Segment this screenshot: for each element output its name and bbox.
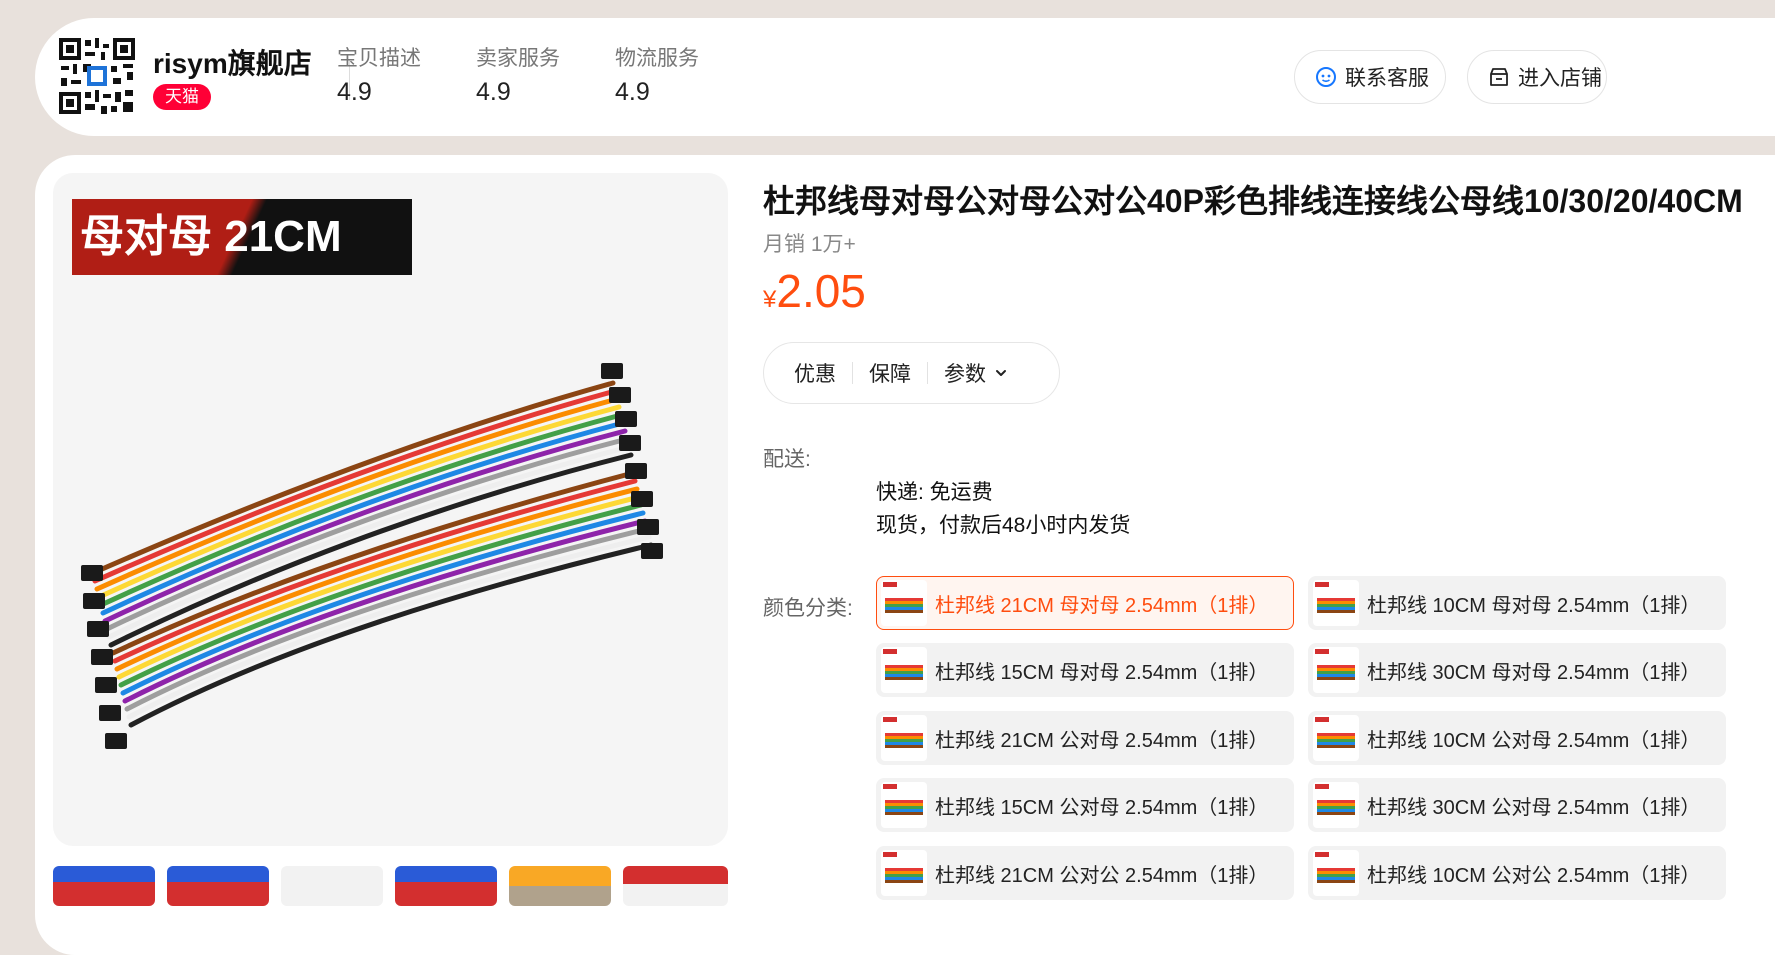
score-label: 物流服务 (615, 47, 699, 70)
sku-thumbnail (881, 850, 927, 896)
score-value: 4.9 (476, 78, 511, 106)
sku-thumbnail (881, 647, 927, 693)
contact-service-label: 联系客服 (1345, 67, 1429, 90)
sku-thumbnail (1313, 580, 1359, 626)
sku-thumbnail (1313, 647, 1359, 693)
info-tabs: 优惠 保障 参数 (763, 342, 1060, 404)
shipping-express: 快递: 免运费 (876, 481, 993, 504)
tab-label: 优惠 (794, 363, 836, 386)
sku-option-label: 杜邦线 21CM 公对母 2.54mm（1排） (935, 729, 1269, 752)
score-logistics: 物流服务 4.9 (615, 42, 699, 107)
sku-option-label: 杜邦线 15CM 公对母 2.54mm（1排） (935, 796, 1269, 819)
score-service: 卖家服务 4.9 (476, 42, 560, 107)
sku-option-label: 杜邦线 10CM 公对公 2.54mm（1排） (1367, 864, 1701, 887)
sku-option[interactable]: 杜邦线 30CM 母对母 2.54mm（1排） (1308, 643, 1726, 697)
price: ¥2.05 (763, 264, 866, 318)
currency-symbol: ¥ (763, 286, 777, 313)
sku-option-label: 杜邦线 10CM 母对母 2.54mm（1排） (1367, 594, 1701, 617)
enter-shop-label: 进入店铺 (1518, 67, 1602, 90)
shipping-stock: 现货，付款后48小时内发货 (876, 514, 1131, 537)
sku-thumbnail (1313, 782, 1359, 828)
shop-qr-avatar[interactable] (57, 36, 137, 116)
shop-name[interactable]: risym旗舰店 (153, 42, 312, 82)
tab-label: 参数 (944, 363, 986, 386)
chat-bot-icon (1315, 66, 1337, 88)
main-product-image[interactable]: 母对母 21CM (53, 173, 728, 846)
thumbnail[interactable] (167, 866, 269, 906)
sku-option[interactable]: 杜邦线 15CM 母对母 2.54mm（1排） (876, 643, 1294, 697)
sku-thumbnail (881, 782, 927, 828)
sku-option[interactable]: 杜邦线 21CM 母对母 2.54mm（1排） (876, 576, 1294, 630)
sku-option-label: 杜邦线 21CM 母对母 2.54mm（1排） (935, 594, 1269, 617)
product-title: 杜邦线母对母公对母公对公40P彩色排线连接线公母线10/30/20/40CM (763, 183, 1743, 219)
contact-service-button[interactable]: 联系客服 (1294, 50, 1446, 104)
sku-option[interactable]: 杜邦线 15CM 公对母 2.54mm（1排） (876, 778, 1294, 832)
sku-option-label: 杜邦线 10CM 公对母 2.54mm（1排） (1367, 729, 1701, 752)
price-value: 2.05 (776, 265, 866, 317)
chevron-down-icon (994, 366, 1008, 380)
sku-option[interactable]: 杜邦线 10CM 母对母 2.54mm（1排） (1308, 576, 1726, 630)
sku-thumbnail (881, 715, 927, 761)
sku-option-label: 杜邦线 21CM 公对公 2.54mm（1排） (935, 864, 1269, 887)
shipping-label: 配送: (763, 448, 811, 471)
score-label: 卖家服务 (476, 47, 560, 70)
sku-label: 颜色分类: (763, 597, 853, 620)
sku-option[interactable]: 杜邦线 10CM 公对母 2.54mm（1排） (1308, 711, 1726, 765)
score-label: 宝贝描述 (337, 47, 421, 70)
tab-label: 保障 (869, 363, 911, 386)
sku-thumbnail (1313, 715, 1359, 761)
store-icon (1488, 66, 1510, 88)
sku-option[interactable]: 杜邦线 30CM 公对母 2.54mm（1排） (1308, 778, 1726, 832)
enter-shop-button[interactable]: 进入店铺 (1467, 50, 1607, 104)
sku-thumbnail (881, 580, 927, 626)
thumbnail[interactable] (53, 866, 155, 906)
thumbnail[interactable] (395, 866, 497, 906)
sku-option-label: 杜邦线 15CM 母对母 2.54mm（1排） (935, 661, 1269, 684)
tab-guarantee[interactable]: 保障 (853, 358, 927, 388)
thumbnail[interactable] (281, 866, 383, 906)
tab-discount[interactable]: 优惠 (764, 358, 852, 388)
thumbnail[interactable] (509, 866, 611, 906)
tmall-badge: 天猫 (153, 84, 211, 110)
thumbnail[interactable] (623, 866, 728, 906)
score-value: 4.9 (615, 78, 650, 106)
sku-option-label: 杜邦线 30CM 公对母 2.54mm（1排） (1367, 796, 1701, 819)
ribbon-cable-illustration (81, 363, 663, 749)
score-value: 4.9 (337, 78, 372, 106)
tab-params[interactable]: 参数 (928, 358, 1024, 388)
sku-option[interactable]: 杜邦线 21CM 公对母 2.54mm（1排） (876, 711, 1294, 765)
sku-thumbnail (1313, 850, 1359, 896)
monthly-sales: 月销 1万+ (763, 233, 856, 256)
sku-option-label: 杜邦线 30CM 母对母 2.54mm（1排） (1367, 661, 1701, 684)
score-description: 宝贝描述 4.9 (337, 42, 421, 107)
shop-header: risym旗舰店 天猫 宝贝描述 4.9 卖家服务 4.9 物流服务 4.9 联… (35, 18, 1775, 136)
